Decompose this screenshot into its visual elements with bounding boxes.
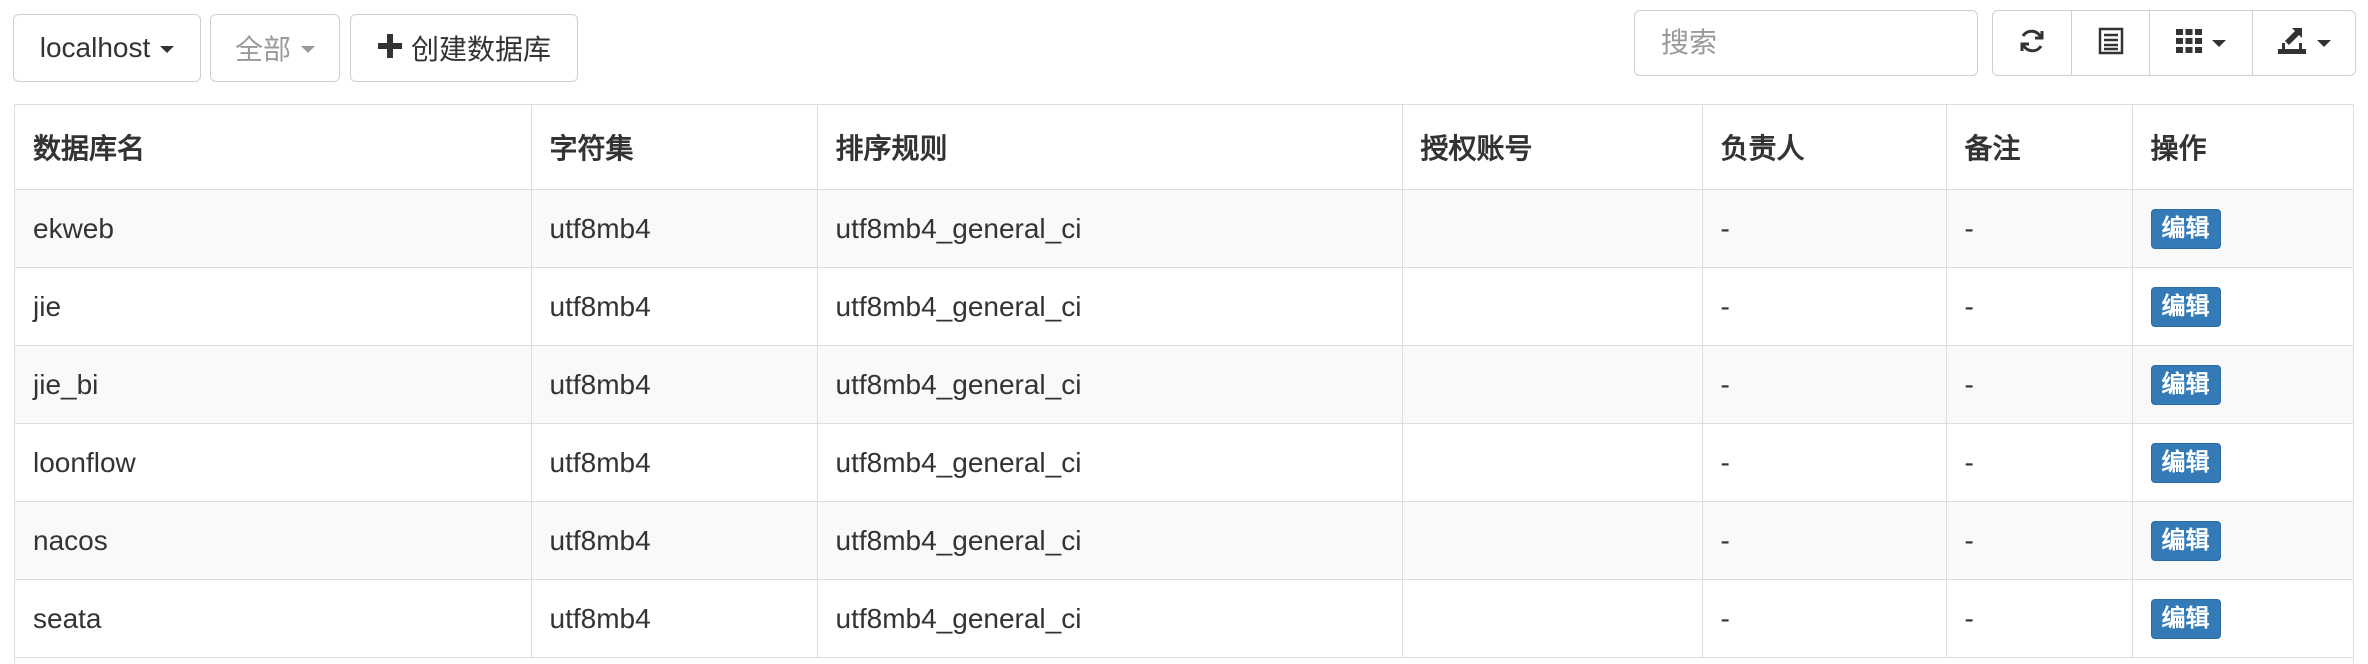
host-select-label: localhost	[39, 32, 151, 63]
filter-all-dropdown[interactable]: 全部	[210, 14, 340, 82]
cell-action: 编辑	[2131, 501, 2353, 580]
cell-database-name: nacos	[15, 501, 531, 580]
toggle-view-button[interactable]	[2070, 10, 2151, 76]
database-table: 数据库名 字符集 排序规则 授权账号 负责人 备注 操作 ekweb utf8m…	[15, 105, 2353, 658]
cell-collation: utf8mb4_general_ci	[816, 579, 1402, 658]
refresh-button[interactable]	[1992, 10, 2072, 76]
table-row: ekweb utf8mb4 utf8mb4_general_ci - - 编辑	[15, 189, 2353, 268]
columns-grid-icon	[2176, 28, 2202, 58]
cell-authorized-account	[1401, 423, 1702, 502]
header-authorized-account[interactable]: 授权账号	[1401, 105, 1702, 190]
cell-database-name: ekweb	[15, 189, 531, 268]
header-remark[interactable]: 备注	[1945, 105, 2132, 190]
cell-action: 编辑	[2131, 579, 2353, 658]
cell-collation: utf8mb4_general_ci	[816, 189, 1402, 268]
caret-down-icon	[160, 45, 175, 53]
cell-owner: -	[1701, 345, 1946, 424]
cell-collation: utf8mb4_general_ci	[816, 267, 1402, 346]
header-owner[interactable]: 负责人	[1701, 105, 1946, 190]
cell-authorized-account	[1401, 501, 1702, 580]
header-action[interactable]: 操作	[2131, 105, 2353, 190]
cell-remark: -	[1945, 423, 2132, 502]
edit-button[interactable]: 编辑	[2150, 520, 2221, 561]
cell-remark: -	[1945, 501, 2132, 580]
create-database-button[interactable]: 创建数据库	[350, 14, 578, 82]
cell-action: 编辑	[2131, 189, 2353, 268]
cell-action: 编辑	[2131, 345, 2353, 424]
cell-owner: -	[1701, 501, 1946, 580]
header-charset[interactable]: 字符集	[530, 105, 817, 190]
cell-authorized-account	[1401, 345, 1702, 424]
cell-action: 编辑	[2131, 423, 2353, 502]
cell-remark: -	[1945, 267, 2132, 346]
cell-collation: utf8mb4_general_ci	[816, 345, 1402, 424]
cell-charset: utf8mb4	[530, 423, 817, 502]
cell-action: 编辑	[2131, 267, 2353, 346]
database-table-container: 数据库名 字符集 排序规则 授权账号 负责人 备注 操作 ekweb utf8m…	[14, 104, 2354, 664]
edit-button[interactable]: 编辑	[2150, 442, 2221, 483]
table-header-row: 数据库名 字符集 排序规则 授权账号 负责人 备注 操作	[15, 105, 2353, 190]
edit-button[interactable]: 编辑	[2150, 364, 2221, 405]
cell-charset: utf8mb4	[530, 579, 817, 658]
table-row: nacos utf8mb4 utf8mb4_general_ci - - 编辑	[15, 501, 2353, 580]
filter-all-label: 全部	[234, 34, 291, 65]
columns-dropdown-button[interactable]	[2149, 10, 2253, 76]
cell-owner: -	[1701, 267, 1946, 346]
cell-owner: -	[1701, 189, 1946, 268]
cell-owner: -	[1701, 423, 1946, 502]
cell-authorized-account	[1401, 189, 1702, 268]
cell-collation: utf8mb4_general_ci	[816, 423, 1402, 502]
header-collation[interactable]: 排序规则	[816, 105, 1402, 190]
cell-charset: utf8mb4	[530, 267, 817, 346]
caret-down-icon	[2316, 39, 2331, 47]
cell-remark: -	[1945, 579, 2132, 658]
table-row: seata utf8mb4 utf8mb4_general_ci - - 编辑	[15, 579, 2353, 658]
caret-down-icon	[301, 45, 315, 53]
edit-button[interactable]: 编辑	[2150, 286, 2221, 327]
cell-charset: utf8mb4	[530, 189, 817, 268]
cell-remark: -	[1945, 189, 2132, 268]
cell-database-name: seata	[15, 579, 531, 658]
caret-down-icon	[2212, 39, 2226, 47]
table-row: jie_bi utf8mb4 utf8mb4_general_ci - - 编辑	[15, 345, 2353, 424]
cell-charset: utf8mb4	[530, 345, 817, 424]
plus-icon	[377, 31, 403, 65]
table-tools-group	[1992, 10, 2356, 76]
host-select-dropdown[interactable]: localhost	[13, 14, 201, 82]
table-row: loonflow utf8mb4 utf8mb4_general_ci - - …	[15, 423, 2353, 502]
export-dropdown-button[interactable]	[2251, 10, 2356, 76]
table-row: jie utf8mb4 utf8mb4_general_ci - - 编辑	[15, 267, 2353, 346]
cell-owner: -	[1701, 579, 1946, 658]
edit-button[interactable]: 编辑	[2150, 598, 2221, 639]
header-database-name[interactable]: 数据库名	[15, 105, 531, 190]
cell-database-name: loonflow	[15, 423, 531, 502]
cell-database-name: jie	[15, 267, 531, 346]
create-database-label: 创建数据库	[410, 34, 551, 65]
cell-charset: utf8mb4	[530, 501, 817, 580]
refresh-icon	[2018, 27, 2046, 60]
cell-collation: utf8mb4_general_ci	[816, 501, 1402, 580]
search-input[interactable]	[1634, 10, 1978, 76]
cell-authorized-account	[1401, 267, 1702, 346]
cell-authorized-account	[1401, 579, 1702, 658]
list-view-icon	[2098, 27, 2124, 60]
export-icon	[2277, 27, 2307, 60]
cell-database-name: jie_bi	[15, 345, 531, 424]
edit-button[interactable]: 编辑	[2150, 208, 2221, 249]
toolbar: localhost 全部 创建数据库	[0, 0, 2368, 100]
cell-remark: -	[1945, 345, 2132, 424]
